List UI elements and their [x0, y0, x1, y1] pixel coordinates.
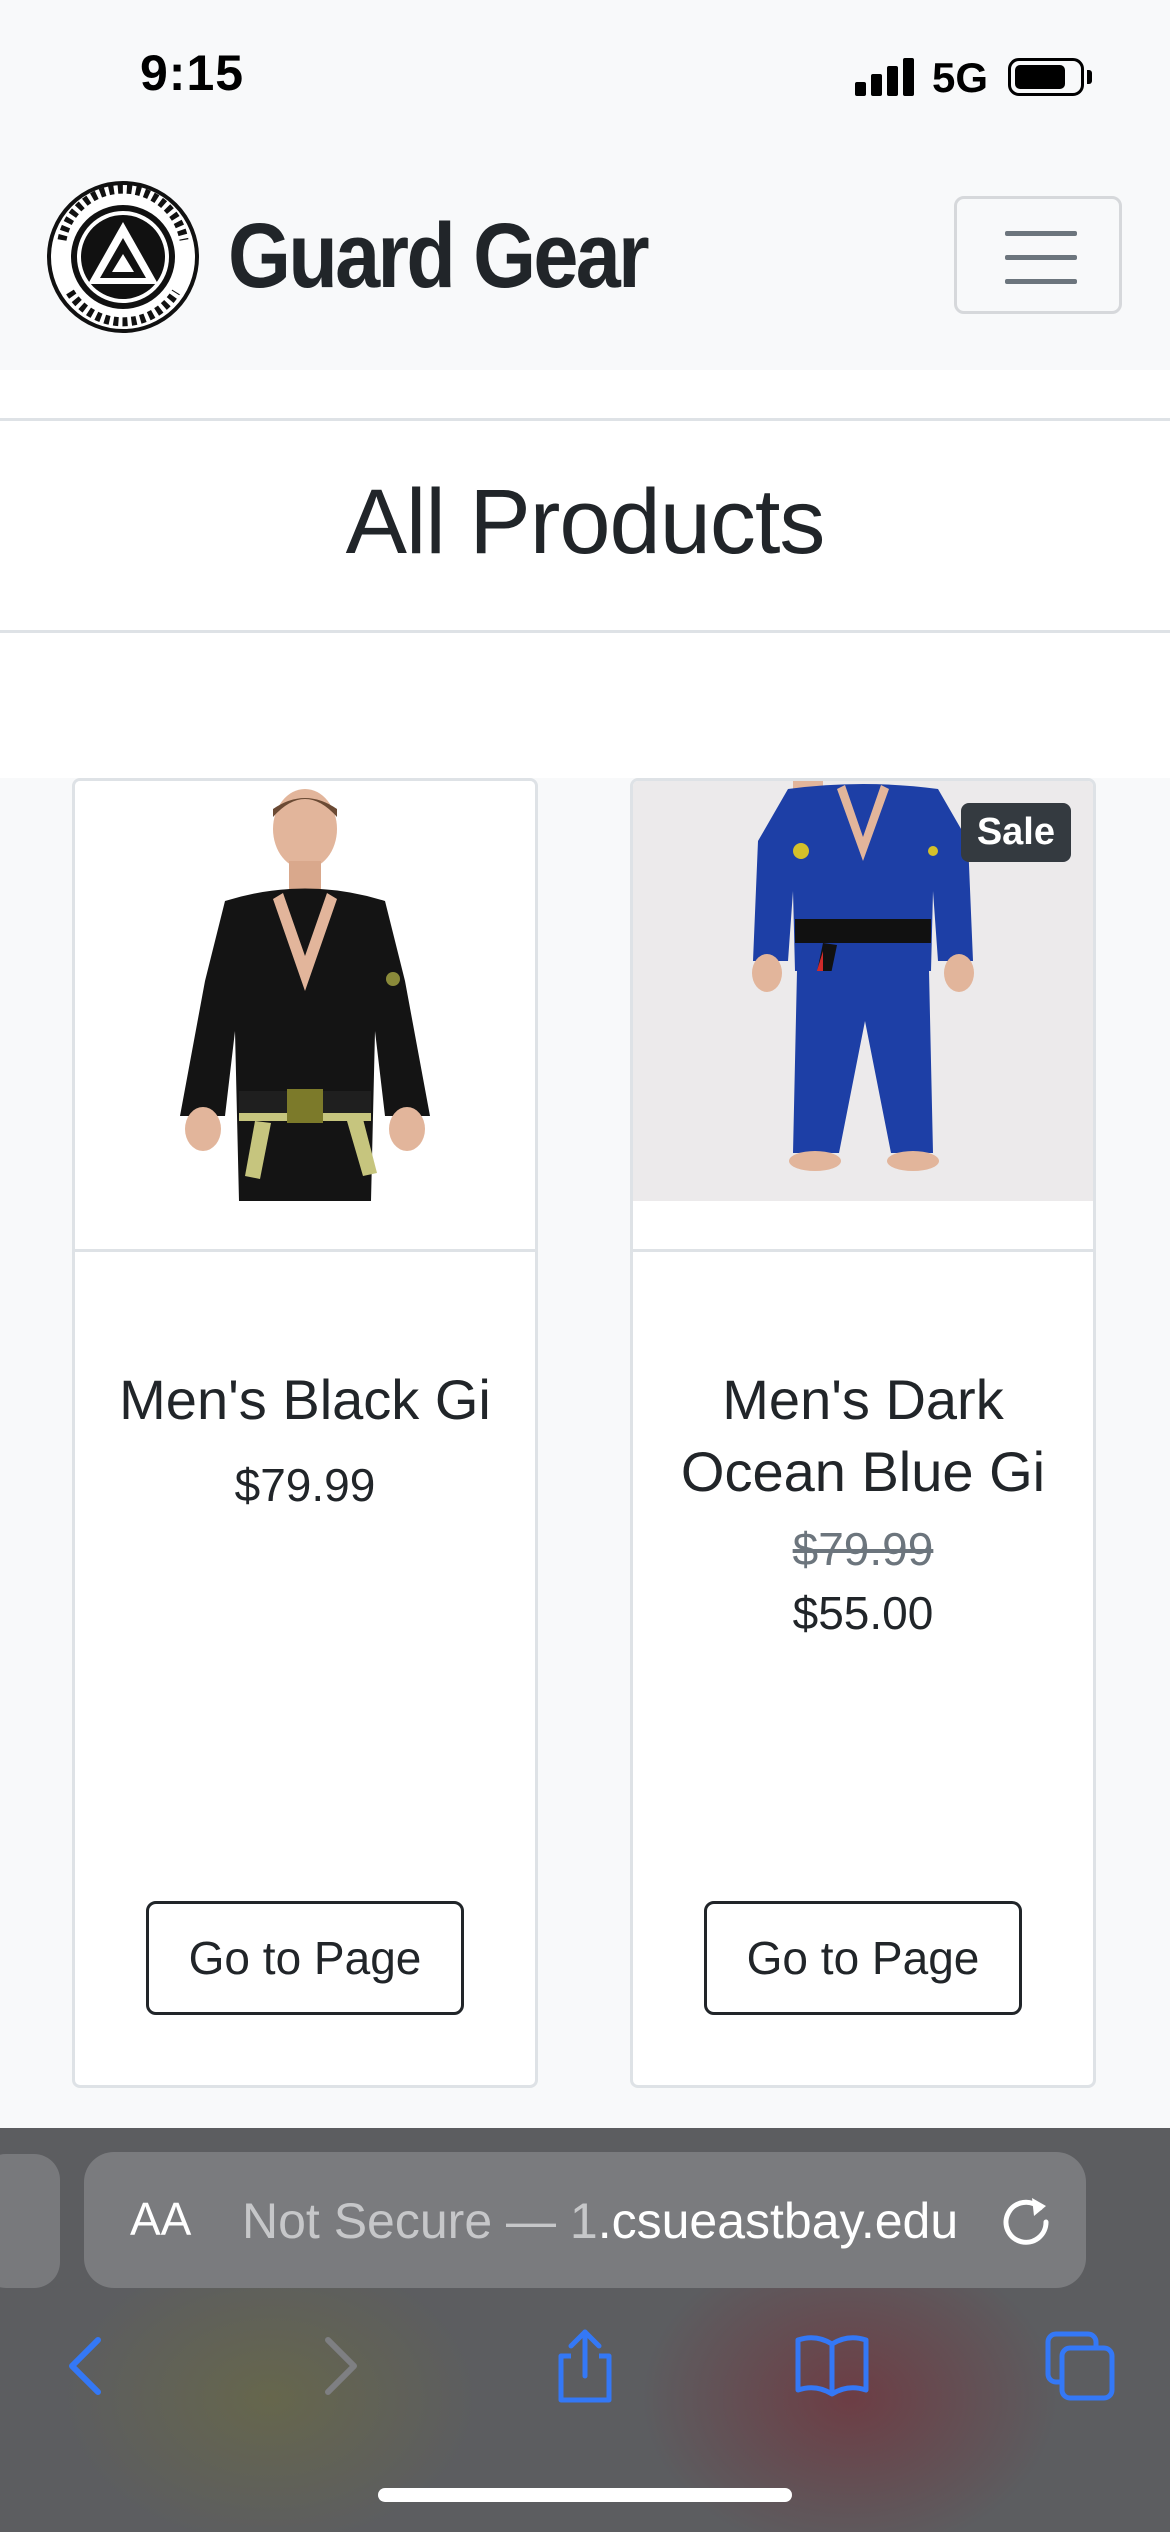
url-text[interactable]: Not Secure — 1.csueastbay.edu [242, 2192, 958, 2250]
sale-badge: Sale [960, 803, 1071, 862]
gracie-fighter-logo[interactable] [46, 180, 200, 334]
previous-tab-preview[interactable] [0, 2154, 60, 2288]
product-card: Sale Men's Dark Ocean Blue Gi $79.99 $55… [630, 778, 1096, 2088]
text-size-button[interactable]: AA [130, 2192, 191, 2246]
network-type: 5G [932, 54, 989, 101]
product-name[interactable]: Men's Black Gi [75, 1364, 535, 1436]
divider [0, 630, 1170, 633]
page-title: All Products [345, 471, 826, 573]
battery-icon [1008, 58, 1084, 96]
reload-icon[interactable] [996, 2190, 1056, 2250]
product-price: $79.99 [234, 1459, 376, 1511]
divider [0, 418, 1170, 421]
bookmarks-icon[interactable] [792, 2326, 872, 2406]
product-image[interactable]: Sale [633, 781, 1093, 1201]
heading-section: All Products [0, 370, 1170, 778]
product-grid: Men's Black Gi $79.99 Go to Page Sale Me… [0, 778, 1170, 2128]
navbar: Guard Gear [0, 150, 1170, 370]
address-bar[interactable]: AA Not Secure — 1.csueastbay.edu [84, 2152, 1086, 2288]
browser-toolbar: AA Not Secure — 1.csueastbay.edu [0, 2128, 1170, 2532]
go-to-page-button[interactable]: Go to Page [704, 1901, 1022, 2015]
home-indicator[interactable] [378, 2488, 792, 2502]
status-time: 9:15 [140, 45, 245, 101]
go-to-page-button[interactable]: Go to Page [146, 1901, 464, 2015]
url-domain: .csueastbay.edu [597, 2193, 959, 2249]
share-icon[interactable] [545, 2326, 625, 2406]
product-original-price: $79.99 [792, 1523, 934, 1575]
menu-toggle-button[interactable] [954, 196, 1122, 314]
security-status: Not Secure — 1 [242, 2193, 598, 2249]
product-card: Men's Black Gi $79.99 Go to Page [72, 778, 538, 2088]
product-card-body: Men's Black Gi $79.99 [75, 1252, 535, 1512]
hamburger-icon [1005, 231, 1077, 236]
product-card-body: Men's Dark Ocean Blue Gi $79.99 $55.00 [633, 1252, 1093, 1640]
cellular-signal-icon [855, 58, 915, 96]
forward-icon[interactable] [300, 2326, 380, 2406]
back-icon[interactable] [46, 2326, 126, 2406]
tabs-icon[interactable] [1040, 2326, 1120, 2406]
product-sale-price: $55.00 [792, 1587, 934, 1639]
product-name[interactable]: Men's Dark Ocean Blue Gi [633, 1364, 1093, 1508]
brand-name[interactable]: Guard Gear [228, 204, 650, 309]
product-image[interactable] [75, 781, 535, 1201]
status-bar: 9:15 5G [0, 0, 1170, 150]
